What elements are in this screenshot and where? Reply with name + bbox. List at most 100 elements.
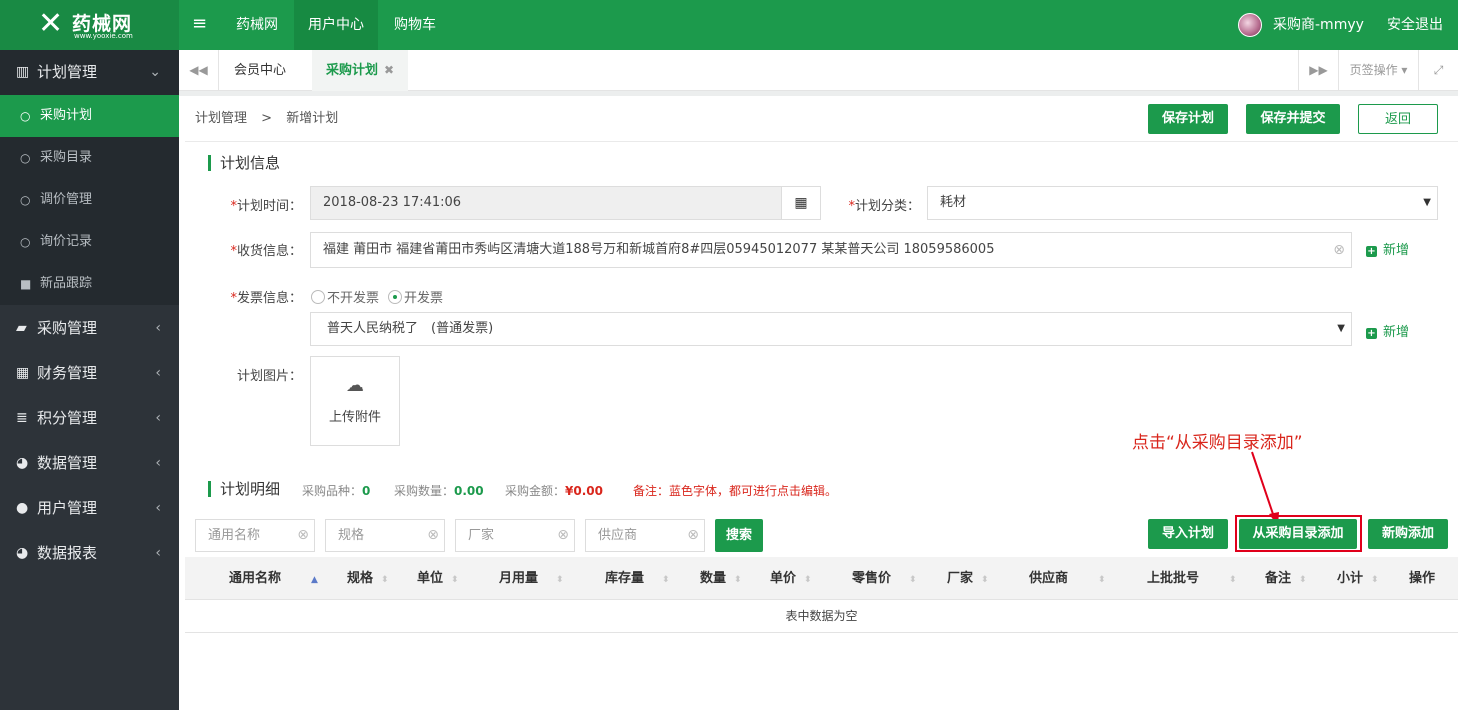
- nav-user-center[interactable]: 用户中心: [294, 0, 378, 50]
- new-purchase-button[interactable]: 新购添加: [1368, 519, 1448, 549]
- calendar-icon[interactable]: ▦: [781, 186, 821, 220]
- save-plan-button[interactable]: 保存计划: [1148, 104, 1228, 134]
- sort-asc-icon: ▲: [311, 575, 318, 585]
- radio-invoice[interactable]: 开发票: [388, 287, 443, 306]
- section-title-plan-info: 计划信息: [208, 155, 280, 171]
- column-header-supplier[interactable]: 供应商 ⬍: [1029, 557, 1106, 602]
- upload-attachment-button[interactable]: ☁ 上传附件: [310, 356, 400, 446]
- add-invoice-button[interactable]: + 新增: [1366, 321, 1409, 340]
- fullscreen-icon[interactable]: ⤢: [1418, 50, 1458, 91]
- search-name-input[interactable]: 通用名称 ⊗: [195, 519, 315, 552]
- tab-scroll-left-icon[interactable]: ◀◀: [179, 50, 219, 91]
- invoice-select[interactable]: 普天人民纳税了 (普通发票) ▼: [310, 312, 1352, 346]
- detail-note: 备注：蓝色字体，都可进行点击编辑。: [633, 484, 838, 498]
- tab-bar: ◀◀ 会员中心 采购计划 ✖ ▶▶ 页签操作 ▾ ⤢: [179, 50, 1458, 91]
- sidebar-group-users[interactable]: ● 用户管理 ‹: [0, 486, 179, 531]
- column-header-retail-price[interactable]: 零售价 ⬍: [852, 557, 917, 602]
- add-receive-button[interactable]: + 新增: [1366, 239, 1409, 258]
- hamburger-menu-icon[interactable]: ≡: [192, 13, 207, 34]
- user-avatar[interactable]: [1238, 13, 1262, 37]
- search-button[interactable]: 搜索: [715, 519, 763, 552]
- cloud-upload-icon: ☁: [346, 375, 364, 396]
- caret-down-icon: ▼: [1337, 323, 1345, 334]
- column-header-unit-price[interactable]: 单价 ⬍: [770, 557, 812, 602]
- sidebar-item-price-adjust[interactable]: ○ 调价管理: [0, 179, 179, 221]
- sidebar-item-purchase-plan[interactable]: ○ 采购计划: [0, 95, 179, 137]
- column-header-last-batch[interactable]: 上批批号 ⬍: [1147, 557, 1237, 602]
- nav-cart[interactable]: 购物车: [380, 0, 450, 50]
- back-button[interactable]: 返回: [1358, 104, 1438, 134]
- clear-icon[interactable]: ⊗: [557, 520, 569, 551]
- tab-operations-dropdown[interactable]: 页签操作 ▾: [1338, 50, 1418, 91]
- close-icon[interactable]: ✖: [384, 63, 394, 77]
- tab-member-center[interactable]: 会员中心: [220, 50, 300, 91]
- search-supplier-input[interactable]: 供应商 ⊗: [585, 519, 705, 552]
- tab-purchase-plan[interactable]: 采购计划 ✖: [312, 50, 409, 91]
- user-icon: ●: [16, 500, 29, 516]
- sort-icon: ⬍: [981, 575, 989, 585]
- search-maker-input[interactable]: 厂家 ⊗: [455, 519, 575, 552]
- search-spec-input[interactable]: 规格 ⊗: [325, 519, 445, 552]
- sidebar-item-inquiry-records[interactable]: ○ 询价记录: [0, 221, 179, 263]
- column-header-spec[interactable]: 规格 ⬍: [347, 557, 389, 602]
- brand-logo[interactable]: ✕ 药械网 www.yooxie.com: [0, 0, 179, 50]
- breadcrumb-current: 新增计划: [286, 111, 339, 126]
- chevron-left-icon: ‹: [155, 500, 161, 516]
- import-plan-button[interactable]: 导入计划: [1148, 519, 1228, 549]
- sort-icon: ⬍: [1371, 575, 1379, 585]
- sidebar-item-purchase-catalog[interactable]: ○ 采购目录: [0, 137, 179, 179]
- clear-icon[interactable]: ⊗: [427, 520, 439, 551]
- save-submit-button[interactable]: 保存并提交: [1246, 104, 1340, 134]
- sidebar-group-label: 积分管理: [37, 409, 98, 427]
- receive-info-value: 福建 莆田市 福建省莆田市秀屿区清塘大道188号万和新城首府8#四层059450…: [323, 242, 995, 257]
- radio-circle: [311, 290, 325, 304]
- sidebar-group-label: 数据管理: [37, 454, 98, 472]
- chevron-left-icon: ‹: [155, 320, 161, 336]
- sidebar-group-purchase[interactable]: ▰ 采购管理 ‹: [0, 306, 179, 351]
- receive-info-select[interactable]: 福建 莆田市 福建省莆田市秀屿区清塘大道188号万和新城首府8#四层059450…: [310, 232, 1352, 268]
- sidebar-group-reports[interactable]: ◕ 数据报表 ‹: [0, 531, 179, 576]
- calculator-icon: ▦: [16, 365, 30, 381]
- plan-category-label: *计划分类：: [848, 199, 920, 214]
- sidebar-item-new-product-tracking[interactable]: ■ 新品跟踪: [0, 263, 179, 305]
- sidebar-group-finance[interactable]: ▦ 财务管理 ‹: [0, 351, 179, 396]
- breadcrumb-parent[interactable]: 计划管理: [195, 111, 247, 126]
- clear-icon[interactable]: ⊗: [687, 520, 699, 551]
- sort-icon: ⬍: [556, 575, 564, 585]
- column-header-remark[interactable]: 备注 ⬍: [1265, 557, 1307, 602]
- column-header-unit[interactable]: 单位 ⬍: [417, 557, 459, 602]
- sidebar-group-label: 财务管理: [37, 364, 98, 382]
- plan-time-field[interactable]: 2018-08-23 17:41:06: [310, 186, 782, 220]
- column-header-stock[interactable]: 库存量 ⬍: [605, 557, 670, 602]
- nav-yaoxie[interactable]: 药械网: [222, 0, 292, 50]
- user-name[interactable]: 采购商-mmyy: [1273, 0, 1364, 50]
- sidebar-group-plan[interactable]: ▥ 计划管理 ⌄: [0, 50, 179, 95]
- sidebar-group-label: 采购管理: [37, 319, 98, 337]
- column-header-operation: 操作: [1409, 571, 1436, 586]
- clear-icon[interactable]: ⊗: [1333, 233, 1345, 267]
- radio-no-invoice[interactable]: 不开发票: [311, 287, 379, 306]
- clear-icon[interactable]: ⊗: [297, 520, 309, 551]
- plus-icon: +: [1366, 328, 1377, 339]
- logout-link[interactable]: 安全退出: [1387, 0, 1443, 50]
- sidebar-item-label: 新品跟踪: [40, 276, 93, 291]
- sort-icon: ⬍: [381, 575, 389, 585]
- sidebar-group-points[interactable]: ≣ 积分管理 ‹: [0, 396, 179, 441]
- plan-category-select[interactable]: 耗材 ▼: [927, 186, 1438, 220]
- sort-icon: ⬍: [1299, 575, 1307, 585]
- column-header-monthly-usage[interactable]: 月用量 ⬍: [499, 557, 564, 602]
- column-header-subtotal[interactable]: 小计 ⬍: [1337, 557, 1379, 602]
- caret-down-icon: ▾: [1401, 63, 1408, 77]
- circle-icon: ○: [20, 109, 31, 123]
- sort-icon: ⬍: [909, 575, 917, 585]
- column-header-maker[interactable]: 厂家 ⬍: [947, 557, 989, 602]
- chevron-left-icon: ‹: [155, 455, 161, 471]
- brand-url: www.yooxie.com: [74, 32, 133, 40]
- sidebar-group-data[interactable]: ◕ 数据管理 ‹: [0, 441, 179, 486]
- pie-chart-icon: ◕: [16, 455, 29, 471]
- tab-scroll-right-icon[interactable]: ▶▶: [1298, 50, 1338, 91]
- stat-kinds: 采购品种：0: [302, 484, 371, 498]
- circle-icon: ○: [20, 151, 31, 165]
- column-header-quantity[interactable]: 数量 ⬍: [700, 557, 742, 602]
- column-header-name[interactable]: 通用名称 ▲: [229, 557, 318, 602]
